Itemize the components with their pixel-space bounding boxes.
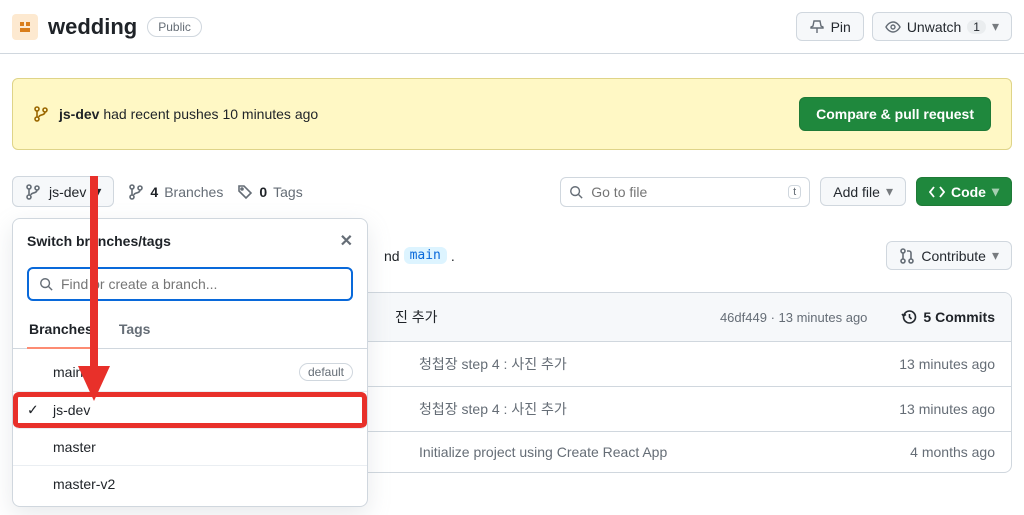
default-badge: default: [299, 363, 353, 381]
branch-item-js-dev[interactable]: ✓ js-dev: [13, 392, 367, 429]
unwatch-button[interactable]: Unwatch 1 ▾: [872, 12, 1012, 41]
branches-count: 4: [150, 184, 158, 200]
unwatch-label: Unwatch: [907, 19, 961, 35]
branch-name: master: [53, 439, 96, 455]
branch-item-main[interactable]: main default: [13, 353, 367, 392]
commits-link[interactable]: 5 Commits: [901, 309, 995, 325]
branch-icon: [25, 184, 41, 200]
repo-name[interactable]: wedding: [48, 14, 137, 40]
kbd-hint: t: [788, 185, 801, 199]
branch-search[interactable]: [27, 267, 353, 301]
tab-branches[interactable]: Branches: [27, 311, 95, 349]
go-to-file-input[interactable]: t: [560, 177, 810, 207]
repo-toolbar: js-dev ▾ 4 Branches 0 Tags t Ad: [12, 176, 1012, 207]
commit-time: 13 minutes ago: [899, 401, 995, 417]
alert-branch: js-dev: [59, 106, 99, 122]
close-icon[interactable]: ✕: [340, 231, 353, 251]
branch-icon: [33, 106, 49, 122]
search-icon: [569, 185, 583, 199]
code-label: Code: [951, 184, 986, 200]
go-to-file-field[interactable]: [591, 184, 780, 200]
commits-count: 5 Commits: [923, 309, 995, 325]
caret-down-icon: ▾: [886, 183, 893, 200]
commit-time: 4 months ago: [910, 444, 995, 460]
compare-text-suffix: .: [451, 248, 455, 264]
visibility-badge: Public: [147, 17, 202, 37]
commit-time: 13 minutes ago: [899, 356, 995, 372]
commit-message[interactable]: 청첩장 step 4 : 사진 추가: [419, 354, 567, 374]
search-icon: [39, 277, 53, 291]
branch-dropdown: Switch branches/tags ✕ Branches Tags mai…: [12, 218, 368, 507]
branch-name: master-v2: [53, 476, 115, 492]
branch-select-button[interactable]: js-dev ▾: [12, 176, 114, 207]
alert-message: had recent pushes 10 minutes ago: [99, 106, 318, 122]
branches-label: Branches: [164, 184, 223, 200]
dropdown-title: Switch branches/tags: [27, 233, 171, 249]
eye-icon: [885, 19, 901, 35]
commit-message[interactable]: 청첩장 step 4 : 사진 추가: [419, 399, 567, 419]
recent-push-alert: js-dev had recent pushes 10 minutes ago …: [12, 78, 1012, 150]
branches-link[interactable]: 4 Branches: [128, 184, 223, 200]
branch-item-master-v2[interactable]: master-v2: [13, 466, 367, 502]
pin-icon: [809, 19, 825, 35]
pull-request-icon: [899, 248, 915, 264]
tags-label: Tags: [273, 184, 303, 200]
divider: [0, 53, 1024, 54]
commit-message[interactable]: Initialize project using Create React Ap…: [419, 444, 667, 460]
code-button[interactable]: Code ▾: [916, 177, 1012, 206]
add-file-button[interactable]: Add file ▾: [820, 177, 906, 206]
commit-title: 진 추가: [395, 307, 438, 327]
repo-header: wedding Public Pin Unwatch 1 ▾: [0, 0, 1024, 53]
caret-down-icon: ▾: [992, 18, 999, 35]
repo-avatar: [12, 14, 38, 40]
owner-icon: [17, 19, 33, 35]
check-icon: ✓: [27, 402, 39, 419]
tag-icon: [237, 184, 253, 200]
pin-button[interactable]: Pin: [796, 12, 864, 41]
branch-list: main default ✓ js-dev master master-v2: [13, 349, 367, 506]
tags-count: 0: [259, 184, 267, 200]
caret-down-icon: ▾: [992, 247, 999, 264]
branch-icon: [128, 184, 144, 200]
add-file-label: Add file: [833, 184, 880, 200]
tab-tags[interactable]: Tags: [117, 311, 153, 348]
contribute-button[interactable]: Contribute ▾: [886, 241, 1012, 270]
watch-count: 1: [967, 20, 986, 34]
compare-text-prefix: nd: [384, 248, 400, 264]
branch-search-input[interactable]: [61, 276, 341, 292]
pin-label: Pin: [831, 19, 851, 35]
commit-time: 13 minutes ago: [779, 310, 868, 325]
contribute-label: Contribute: [921, 248, 986, 264]
branch-item-master[interactable]: master: [13, 429, 367, 466]
tags-link[interactable]: 0 Tags: [237, 184, 302, 200]
branch-name: js-dev: [53, 402, 90, 418]
code-icon: [929, 184, 945, 200]
current-branch: js-dev: [49, 184, 86, 200]
commit-hash[interactable]: 46df449: [720, 310, 767, 325]
history-icon: [901, 309, 917, 325]
compare-pull-request-button[interactable]: Compare & pull request: [799, 97, 991, 131]
caret-down-icon: ▾: [992, 183, 999, 200]
base-branch-chip[interactable]: main: [404, 247, 447, 264]
caret-down-icon: ▾: [94, 183, 101, 200]
branch-name: main: [53, 364, 83, 380]
